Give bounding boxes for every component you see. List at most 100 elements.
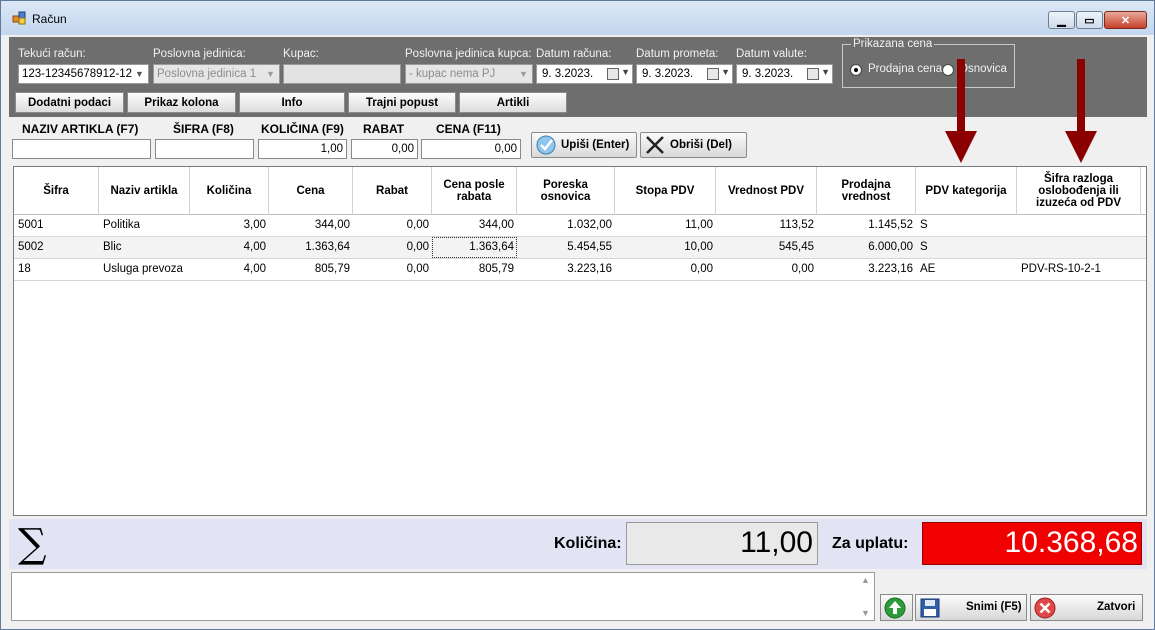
zatvori-label: Zatvori	[1097, 601, 1136, 613]
kupac-field[interactable]	[283, 64, 401, 84]
obrisi-label: Obriši (Del)	[670, 139, 732, 151]
kolicina-input[interactable]: 1,00	[258, 139, 347, 159]
cell-sifra: 5001	[18, 219, 44, 231]
artikli-button[interactable]: Artikli	[459, 92, 567, 113]
upisi-button[interactable]: Upiši (Enter)	[531, 132, 637, 158]
calendar-icon	[607, 68, 619, 80]
cell-sifra: 18	[18, 263, 31, 275]
za-uplatu-label: Za uplatu:	[832, 535, 909, 552]
prikazana-cena-group: Prikazana cena Prodajna cena Osnovica	[842, 38, 1015, 88]
title-bar: Račun ▁ ▭ ✕	[1, 1, 1154, 35]
cell-stopa-pdv: 11,00	[685, 219, 713, 231]
cell-sifra: 5002	[18, 241, 44, 253]
cell-sifra-razloga	[1017, 215, 1141, 236]
cell-naziv: Politika	[103, 219, 141, 231]
rabat-input[interactable]: 0,00	[351, 139, 418, 159]
col-sifra-razloga[interactable]: Šifra razloga oslobođenja ili izuzeća od…	[1017, 167, 1141, 215]
prodajna-cena-radio[interactable]	[850, 64, 862, 76]
x-delete-icon	[646, 136, 664, 154]
red-down-arrow-icon	[1065, 59, 1097, 163]
scroll-down-icon[interactable]: ▼	[861, 608, 870, 618]
col-pdv-kategorija[interactable]: PDV kategorija	[916, 167, 1017, 215]
trajni-popust-button[interactable]: Trajni popust	[348, 92, 456, 113]
cell-cena-posle-rabata[interactable]: 1.363,64	[432, 237, 517, 258]
poslovna-jedinica-combo[interactable]: Poslovna jedinica 1 ▼	[153, 64, 280, 84]
cena-input[interactable]: 0,00	[421, 139, 521, 159]
cell-cena: 1.363,64	[305, 241, 350, 253]
scroll-up-icon[interactable]: ▲	[861, 575, 870, 585]
snimi-button[interactable]: Snimi (F5)	[915, 594, 1027, 621]
info-button[interactable]: Info	[239, 92, 345, 113]
app-icon	[12, 11, 26, 25]
datum-prometa-picker[interactable]: 9. 3.2023. ▼	[636, 64, 733, 84]
naziv-artikla-label: NAZIV ARTIKLA (F7)	[22, 122, 139, 136]
table-row[interactable]: 18 Usluga prevoza 4,00 805,79 0,00 805,7…	[14, 259, 1146, 281]
sifra-input[interactable]	[155, 139, 254, 159]
cell-kolicina: 4,00	[243, 263, 266, 275]
pj-kupca-combo[interactable]: - kupac nema PJ ▼	[405, 64, 533, 84]
col-naziv-artikla[interactable]: Naziv artikla	[99, 167, 190, 215]
pj-kupca-value: - kupac nema PJ	[409, 68, 496, 80]
maximize-button[interactable]: ▭	[1076, 11, 1103, 29]
minimize-button[interactable]: ▁	[1048, 11, 1075, 29]
table-row[interactable]: 5002 Blic 4,00 1.363,64 0,00 1.363,64 5.…	[14, 237, 1146, 259]
cell-cena: 344,00	[314, 219, 350, 231]
items-grid[interactable]: Šifra Naziv artikla Količina Cena Rabat …	[13, 166, 1147, 516]
sigma-icon: ∑	[18, 521, 47, 567]
tekuci-racun-value: 123-12345678912-12	[22, 68, 132, 80]
cell-poreska-osnovica: 3.223,16	[567, 263, 612, 275]
tekuci-racun-combo[interactable]: 123-12345678912-12 ▼	[18, 64, 149, 84]
dropdown-arrow-icon: ▼	[519, 69, 528, 79]
cell-sifra-razloga	[1017, 237, 1141, 258]
col-vrednost-pdv[interactable]: Vrednost PDV	[716, 167, 817, 215]
prodajna-cena-label: Prodajna cena	[868, 63, 943, 75]
cell-prodajna-vrednost: 3.223,16	[868, 263, 913, 275]
dropdown-arrow-icon: ▼	[135, 69, 144, 79]
cell-sifra-razloga: PDV-RS-10-2-1	[1021, 263, 1101, 275]
poslovna-jedinica-value: Poslovna jedinica 1	[157, 68, 257, 80]
rabat-label: RABAT	[363, 122, 405, 136]
sifra-label: ŠIFRA (F8)	[173, 122, 234, 136]
red-down-arrow-icon	[945, 59, 977, 163]
col-stopa-pdv[interactable]: Stopa PDV	[615, 167, 716, 215]
col-kolicina[interactable]: Količina	[190, 167, 269, 215]
datum-racuna-picker[interactable]: 9. 3.2023. ▼	[536, 64, 633, 84]
col-cena-posle-rabata[interactable]: Cena posle rabata	[432, 167, 517, 215]
cell-rabat: 0,00	[406, 241, 429, 253]
datum-prometa-value: 9. 3.2023.	[642, 68, 694, 80]
cell-pdv-kategorija: S	[920, 241, 928, 253]
calendar-icon	[707, 68, 719, 80]
minimize-icon: ▁	[1057, 14, 1066, 27]
cell-cena-posle-rabata: 344,00	[478, 219, 514, 231]
window-title: Račun	[32, 12, 67, 26]
close-window-button[interactable]: ✕	[1104, 11, 1147, 29]
green-up-arrow-icon	[884, 597, 906, 619]
prikaz-kolona-button[interactable]: Prikaz kolona	[127, 92, 236, 113]
calendar-icon	[807, 68, 819, 80]
napomena-textarea[interactable]: ▲ ▼	[11, 572, 875, 621]
cell-vrednost-pdv: 545,45	[778, 241, 814, 253]
obrisi-button[interactable]: Obriši (Del)	[640, 132, 747, 158]
checkmark-icon	[536, 135, 556, 155]
snimi-label: Snimi (F5)	[966, 601, 1022, 613]
col-rabat[interactable]: Rabat	[353, 167, 432, 215]
zatvori-button[interactable]: Zatvori	[1030, 594, 1143, 621]
datum-valute-picker[interactable]: 9. 3.2023. ▼	[736, 64, 833, 84]
dodatni-podaci-button[interactable]: Dodatni podaci	[15, 92, 124, 113]
dropdown-arrow-icon: ▼	[721, 67, 730, 77]
vertical-scrollbar[interactable]: ▲ ▼	[858, 573, 874, 620]
col-poreska-osnovica[interactable]: Poreska osnovica	[517, 167, 615, 215]
table-row[interactable]: 5001 Politika 3,00 344,00 0,00 344,00 1.…	[14, 215, 1146, 237]
cell-cena-posle-rabata: 805,79	[478, 263, 514, 275]
naziv-artikla-input[interactable]	[12, 139, 151, 159]
upload-button[interactable]	[880, 594, 913, 621]
upisi-label: Upiši (Enter)	[561, 139, 630, 151]
datum-prometa-label: Datum prometa:	[636, 48, 719, 60]
cell-prodajna-vrednost: 1.145,52	[868, 219, 913, 231]
col-cena[interactable]: Cena	[269, 167, 353, 215]
dropdown-arrow-icon: ▼	[621, 67, 630, 77]
kolicina-label: KOLIČINA (F9)	[261, 122, 344, 136]
col-sifra[interactable]: Šifra	[14, 167, 99, 215]
col-prodajna-vrednost[interactable]: Prodajna vrednost	[817, 167, 916, 215]
cell-stopa-pdv: 0,00	[690, 263, 713, 275]
